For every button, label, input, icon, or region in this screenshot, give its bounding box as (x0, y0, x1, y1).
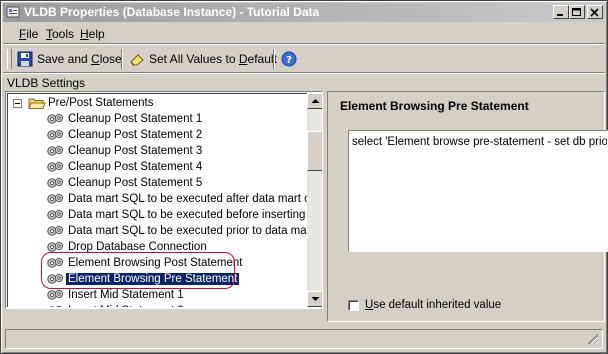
use-default-label: Use default inherited value (365, 299, 502, 311)
statement-textbox[interactable]: select 'Element browse pre-statement - s… (348, 130, 608, 252)
set-all-values-to-default-button[interactable]: Set All Values to Default (129, 49, 277, 69)
gear-icon (47, 177, 64, 188)
tree-item[interactable]: Cleanup Post Statement 5 (46, 175, 204, 191)
settings-tree[interactable]: Pre/Post Statements Cleanup Post Stateme… (5, 91, 323, 309)
use-default-inherited-value[interactable]: Use default inherited value (348, 299, 501, 311)
gear-icon (47, 129, 64, 140)
save-icon (17, 51, 33, 67)
scroll-thumb[interactable] (307, 131, 322, 171)
tree-item[interactable]: Cleanup Post Statement 2 (46, 127, 204, 143)
tree-item[interactable]: Element Browsing Pre Statement (46, 271, 241, 287)
menu-help[interactable]: Help (80, 27, 105, 41)
settings-tree-view: Pre/Post Statements Cleanup Post Stateme… (7, 93, 307, 307)
toolbar-grip[interactable] (7, 49, 12, 69)
minimize-icon (557, 14, 563, 16)
setting-heading: Element Browsing Pre Statement (340, 99, 529, 113)
tree-item-label: Data mart SQL to be executed before inse… (68, 209, 307, 221)
toolbar-separator (121, 49, 123, 69)
tree-item-label: Element Browsing Pre Statement (64, 272, 241, 286)
tree-item-label: Element Browsing Post Statement (68, 257, 243, 269)
tree-root-pre-post-statements[interactable]: Pre/Post Statements (28, 95, 155, 111)
tree-vertical-scrollbar[interactable] (307, 93, 322, 307)
tree-item-label: Data mart SQL to be executed after data … (68, 193, 307, 205)
title-bar[interactable]: VLDB Properties (Database Instance) - Tu… (3, 3, 605, 22)
collapse-toggle[interactable] (13, 99, 22, 108)
tree-item[interactable]: Data mart SQL to be executed prior to da… (46, 223, 307, 239)
arrow-up-icon (311, 99, 320, 103)
tree-item-label: Insert Mid Statement 1 (68, 289, 184, 301)
gear-icon (47, 145, 64, 156)
help-icon: ? (281, 51, 297, 67)
gear-icon (47, 225, 64, 236)
vldb-settings-label: VLDB Settings (7, 76, 86, 90)
tree-item[interactable]: Element Browsing Post Statement (46, 255, 245, 271)
close-button[interactable] (587, 5, 603, 19)
gear-icon (47, 209, 64, 220)
save-and-close-button[interactable]: Save and Close (17, 49, 122, 69)
scroll-up-button[interactable] (307, 93, 322, 109)
menu-tools[interactable]: Tools (46, 27, 74, 41)
tree-item[interactable]: Insert Mid Statement 1 (46, 287, 186, 303)
tree-item-label: Cleanup Post Statement 5 (68, 177, 203, 189)
tree-item[interactable]: Drop Database Connection (46, 239, 209, 255)
tree-item[interactable]: Insert Mid Statement 2 (46, 303, 186, 307)
resize-grip-icon[interactable] (587, 333, 599, 345)
eraser-icon (130, 54, 144, 66)
window-title: VLDB Properties (Database Instance) - Tu… (24, 5, 320, 19)
folder-open-icon (28, 98, 46, 109)
tree-item[interactable]: Data mart SQL to be executed before inse… (46, 207, 307, 223)
statement-text: select 'Element browse pre-statement - s… (352, 136, 608, 148)
gear-icon (47, 257, 64, 268)
toolbar: Save and Close Set All Values to Default… (3, 46, 605, 72)
tree-item-label: Data mart SQL to be executed prior to da… (68, 225, 307, 237)
tree-item[interactable]: Data mart SQL to be executed after data … (46, 191, 307, 207)
toolbar-bottom-separator (3, 72, 605, 74)
tree-item[interactable]: Cleanup Post Statement 3 (46, 143, 204, 159)
app-icon (6, 6, 20, 18)
gear-icon (47, 273, 64, 284)
tree-item-label: Cleanup Post Statement 1 (68, 113, 203, 125)
arrow-down-icon (311, 297, 320, 301)
menu-separator (3, 43, 605, 45)
scroll-down-button[interactable] (307, 291, 322, 307)
tree-item[interactable]: Cleanup Post Statement 1 (46, 111, 204, 127)
tree-item-label: Insert Mid Statement 2 (66, 305, 186, 307)
maximize-icon (572, 8, 581, 16)
tree-item-label: Drop Database Connection (68, 241, 207, 253)
use-default-checkbox[interactable] (348, 299, 359, 311)
close-icon (590, 8, 599, 17)
gear-icon (47, 289, 64, 300)
tree-item[interactable]: Cleanup Post Statement 4 (46, 159, 204, 175)
menu-file[interactable]: File (19, 27, 38, 41)
tree-item-label: Cleanup Post Statement 4 (68, 161, 203, 173)
tree-root-label: Pre/Post Statements (48, 97, 154, 109)
help-button[interactable]: ? (281, 49, 297, 69)
vldb-properties-window: VLDB Properties (Database Instance) - Tu… (0, 0, 608, 354)
menu-bar: File Tools Help (3, 25, 605, 43)
gear-icon (49, 305, 62, 307)
gear-icon (47, 113, 64, 124)
toolbar-separator (273, 49, 275, 69)
minimize-button[interactable] (553, 5, 569, 19)
tree-item-label: Cleanup Post Statement 3 (68, 145, 203, 157)
gear-icon (47, 241, 64, 252)
tree-item-label: Cleanup Post Statement 2 (68, 129, 203, 141)
gear-icon (47, 161, 64, 172)
maximize-button[interactable] (569, 5, 585, 19)
svg-text:?: ? (286, 55, 292, 66)
gear-icon (47, 193, 64, 204)
setting-detail-pane: Element Browsing Pre Statement select 'E… (327, 91, 608, 322)
status-bar (5, 329, 603, 349)
